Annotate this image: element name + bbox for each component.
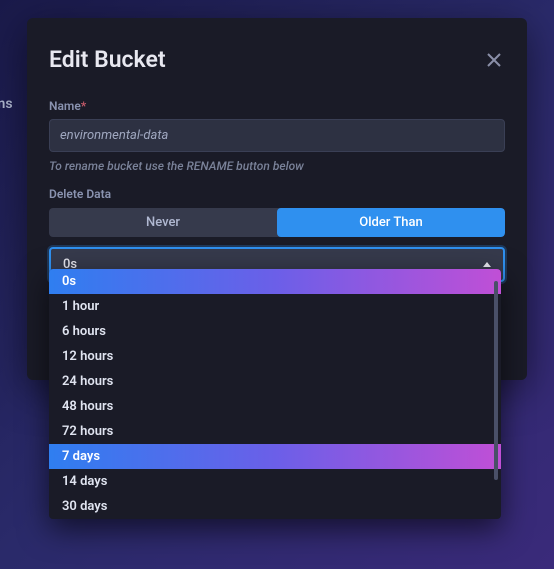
name-field-group: Name* To rename bucket use the RENAME bu… <box>49 95 505 173</box>
retention-segment: Never Older Than <box>49 208 505 237</box>
modal-header: Edit Bucket <box>49 46 505 73</box>
close-button[interactable] <box>483 49 505 71</box>
dropdown-item-72-hours[interactable]: 72 hours <box>49 419 501 444</box>
dropdown-item-12-hours[interactable]: 12 hours <box>49 344 501 369</box>
modal-title: Edit Bucket <box>49 46 166 73</box>
dropdown-item-14-days[interactable]: 14 days <box>49 469 501 494</box>
retention-dropdown: 0s 1 hour 6 hours 12 hours 24 hours 48 h… <box>49 269 501 519</box>
name-help-text: To rename bucket use the RENAME button b… <box>49 159 505 173</box>
dropdown-list: 0s 1 hour 6 hours 12 hours 24 hours 48 h… <box>49 269 501 519</box>
name-input[interactable] <box>49 119 505 152</box>
name-label: Name* <box>49 99 86 113</box>
name-label-text: Name <box>49 99 81 113</box>
dropdown-item-1-hour[interactable]: 1 hour <box>49 294 501 319</box>
scrollbar-thumb[interactable] <box>494 281 498 480</box>
dropdown-item-0s[interactable]: 0s <box>49 269 501 294</box>
dropdown-scrollbar[interactable] <box>494 281 498 507</box>
dropdown-item-6-hours[interactable]: 6 hours <box>49 319 501 344</box>
segment-never[interactable]: Never <box>49 208 277 237</box>
required-marker: * <box>81 99 86 113</box>
dropdown-item-48-hours[interactable]: 48 hours <box>49 394 501 419</box>
caret-up-icon <box>483 262 491 267</box>
dropdown-item-24-hours[interactable]: 24 hours <box>49 369 501 394</box>
delete-data-label: Delete Data <box>49 187 505 201</box>
dropdown-item-30-days[interactable]: 30 days <box>49 494 501 519</box>
close-icon <box>486 52 502 68</box>
background-text: ens <box>0 96 13 112</box>
dropdown-item-7-days[interactable]: 7 days <box>49 444 501 469</box>
segment-older-than[interactable]: Older Than <box>277 208 505 237</box>
